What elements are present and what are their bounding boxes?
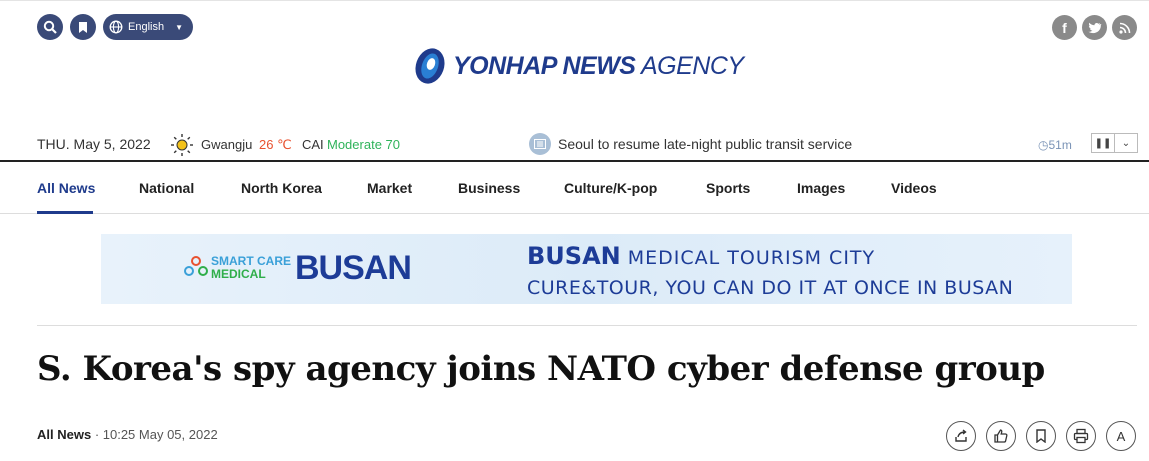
facebook-icon: f	[1062, 19, 1067, 36]
share-icon	[955, 429, 967, 442]
nav-business[interactable]: Business	[458, 180, 520, 196]
banner-logo: SMART CARE MEDICAL BUSAN	[181, 249, 412, 287]
divider	[37, 325, 1137, 326]
yonhap-logo-icon	[415, 48, 445, 84]
search-button[interactable]	[37, 14, 63, 40]
facebook-button[interactable]: f	[1052, 15, 1077, 40]
font-size-button[interactable]: A	[1106, 421, 1136, 451]
weather-city: Gwangju	[201, 137, 253, 152]
logo-wordmark: YONHAP NEWS AGENCY	[453, 52, 744, 81]
share-button[interactable]	[946, 421, 976, 451]
medical-text: MEDICAL	[211, 267, 266, 281]
nav-images[interactable]: Images	[797, 180, 845, 196]
site-logo[interactable]: YONHAP NEWS AGENCY	[411, 44, 744, 88]
main-nav: All News National North Korea Market Bus…	[0, 162, 1149, 214]
active-tab-indicator	[37, 211, 93, 214]
font-size-icon: A	[1116, 428, 1126, 444]
bookmark-button[interactable]	[70, 14, 96, 40]
ticker-expand-button[interactable]: ⌄	[1114, 133, 1138, 153]
banner-line-1: BUSAN MEDICAL TOURISM CITY	[527, 242, 875, 270]
logo-light: AGENCY	[635, 51, 744, 80]
banner-ad[interactable]: SMART CARE MEDICAL BUSAN BUSAN MEDICAL T…	[101, 234, 1072, 304]
chevron-down-icon: ⌄	[1121, 137, 1131, 149]
article-timestamp: · 10:25 May 05, 2022	[94, 427, 218, 442]
weather-temperature: 26 ℃	[259, 137, 292, 152]
search-icon	[43, 20, 57, 34]
news-ticker-icon	[529, 133, 551, 155]
bookmark-icon	[1036, 429, 1046, 443]
news-ticker-headline[interactable]: Seoul to resume late-night public transi…	[558, 136, 852, 152]
nav-market[interactable]: Market	[367, 180, 412, 196]
rss-button[interactable]	[1112, 15, 1137, 40]
logo-bold: YONHAP NEWS	[453, 51, 636, 80]
nav-national[interactable]: National	[139, 180, 194, 196]
banner-line-1-bold: BUSAN	[527, 242, 621, 270]
info-bar: THU. May 5, 2022 Gwangju 26 ℃ CAI Modera…	[0, 128, 1149, 161]
nav-north-korea[interactable]: North Korea	[241, 180, 322, 196]
nav-all-news[interactable]: All News	[37, 180, 95, 196]
current-date: THU. May 5, 2022	[37, 136, 151, 152]
twitter-icon	[1087, 22, 1101, 33]
clock-icon: ◷	[1038, 138, 1049, 152]
nav-videos[interactable]: Videos	[891, 180, 937, 196]
cai-value: Moderate 70	[327, 137, 400, 152]
nav-culture-kpop[interactable]: Culture/K-pop	[564, 180, 657, 196]
smart-care-medical: SMART CARE MEDICAL	[211, 255, 291, 281]
banner-busan-wordmark: BUSAN	[295, 249, 412, 287]
like-button[interactable]	[986, 421, 1016, 451]
pause-icon: ❚❚	[1094, 137, 1112, 149]
caret-down-icon: ▼	[175, 22, 183, 32]
thumbs-up-icon	[994, 429, 1008, 443]
article-meta: All News · 10:25 May 05, 2022	[37, 427, 218, 442]
print-icon	[1073, 428, 1089, 444]
nav-sports[interactable]: Sports	[706, 180, 750, 196]
banner-line-2: CURE&TOUR, YOU CAN DO IT AT ONCE IN BUSA…	[527, 277, 1014, 299]
bookmark-icon	[79, 21, 87, 33]
language-selector[interactable]: English ▼	[103, 14, 193, 40]
twitter-button[interactable]	[1082, 15, 1107, 40]
rss-icon	[1118, 22, 1130, 34]
globe-icon	[109, 20, 123, 34]
sun-icon	[171, 134, 193, 156]
cai-label: CAI	[302, 137, 324, 152]
medical-cross-icon	[184, 256, 208, 276]
ticker-time-ago: ◷51m	[1038, 138, 1072, 152]
top-border	[0, 0, 1149, 5]
ticker-pause-button[interactable]: ❚❚	[1091, 133, 1115, 153]
language-label: English	[128, 21, 165, 33]
article-section[interactable]: All News	[37, 427, 91, 442]
ticker-time-ago-value: 51m	[1048, 138, 1072, 152]
banner-line-1-rest: MEDICAL TOURISM CITY	[620, 247, 876, 269]
print-button[interactable]	[1066, 421, 1096, 451]
bookmark-article-button[interactable]	[1026, 421, 1056, 451]
article-headline: S. Korea's spy agency joins NATO cyber d…	[37, 349, 1045, 389]
